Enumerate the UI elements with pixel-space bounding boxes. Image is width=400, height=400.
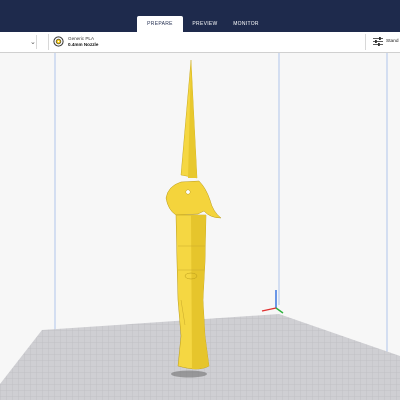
pivot-pin: [185, 189, 191, 195]
x-axis: [261, 307, 277, 312]
tab-prepare[interactable]: PREPARE: [137, 16, 183, 32]
viewport-scene[interactable]: [0, 53, 400, 400]
profile-label: Stand: [386, 39, 399, 44]
header-bar: ⌄ Generic PLA 0.4mm Nozzle Stand: [0, 32, 400, 53]
material-label: Generic PLA: [68, 36, 95, 41]
tab-preview[interactable]: PREVIEW: [186, 16, 224, 32]
model-shadow: [171, 370, 207, 378]
chevron-down-icon[interactable]: ⌄: [30, 35, 36, 49]
stage-menu: PREPARE PREVIEW MONITOR: [137, 16, 265, 32]
knife-guard: [165, 180, 222, 219]
nozzle-label: 0.4mm Nozzle: [68, 42, 99, 47]
axis-indicator: [261, 290, 284, 314]
top-bar: PREPARE PREVIEW MONITOR: [0, 0, 400, 32]
sliders-icon: [373, 37, 383, 46]
print-settings-button[interactable]: Stand: [366, 34, 400, 50]
spool-icon: [53, 36, 64, 47]
tab-monitor[interactable]: MONITOR: [227, 16, 265, 32]
material-selector[interactable]: Generic PLA 0.4mm Nozzle: [48, 34, 366, 50]
knife-handle-shade: [191, 215, 209, 370]
3d-viewport[interactable]: [0, 53, 400, 400]
y-axis: [275, 307, 284, 314]
